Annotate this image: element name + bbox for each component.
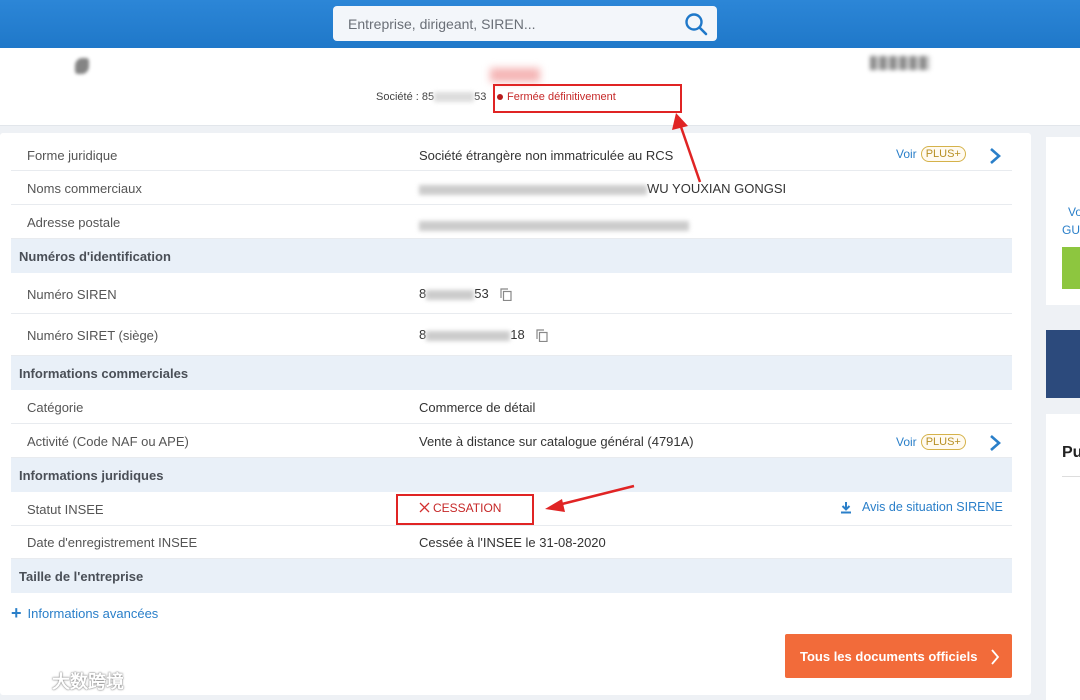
- sidebar-card: Pu: [1046, 414, 1080, 700]
- sidebar-green-button[interactable]: [1062, 247, 1080, 289]
- annotation-arrows: [545, 113, 702, 512]
- sidebar-banner[interactable]: [1046, 330, 1080, 398]
- divider: [1062, 476, 1080, 477]
- watermark-logo-icon: [11, 673, 42, 689]
- watermark: 大数跨境: [10, 668, 124, 694]
- sidebar-card: Vo GU: [1046, 137, 1080, 305]
